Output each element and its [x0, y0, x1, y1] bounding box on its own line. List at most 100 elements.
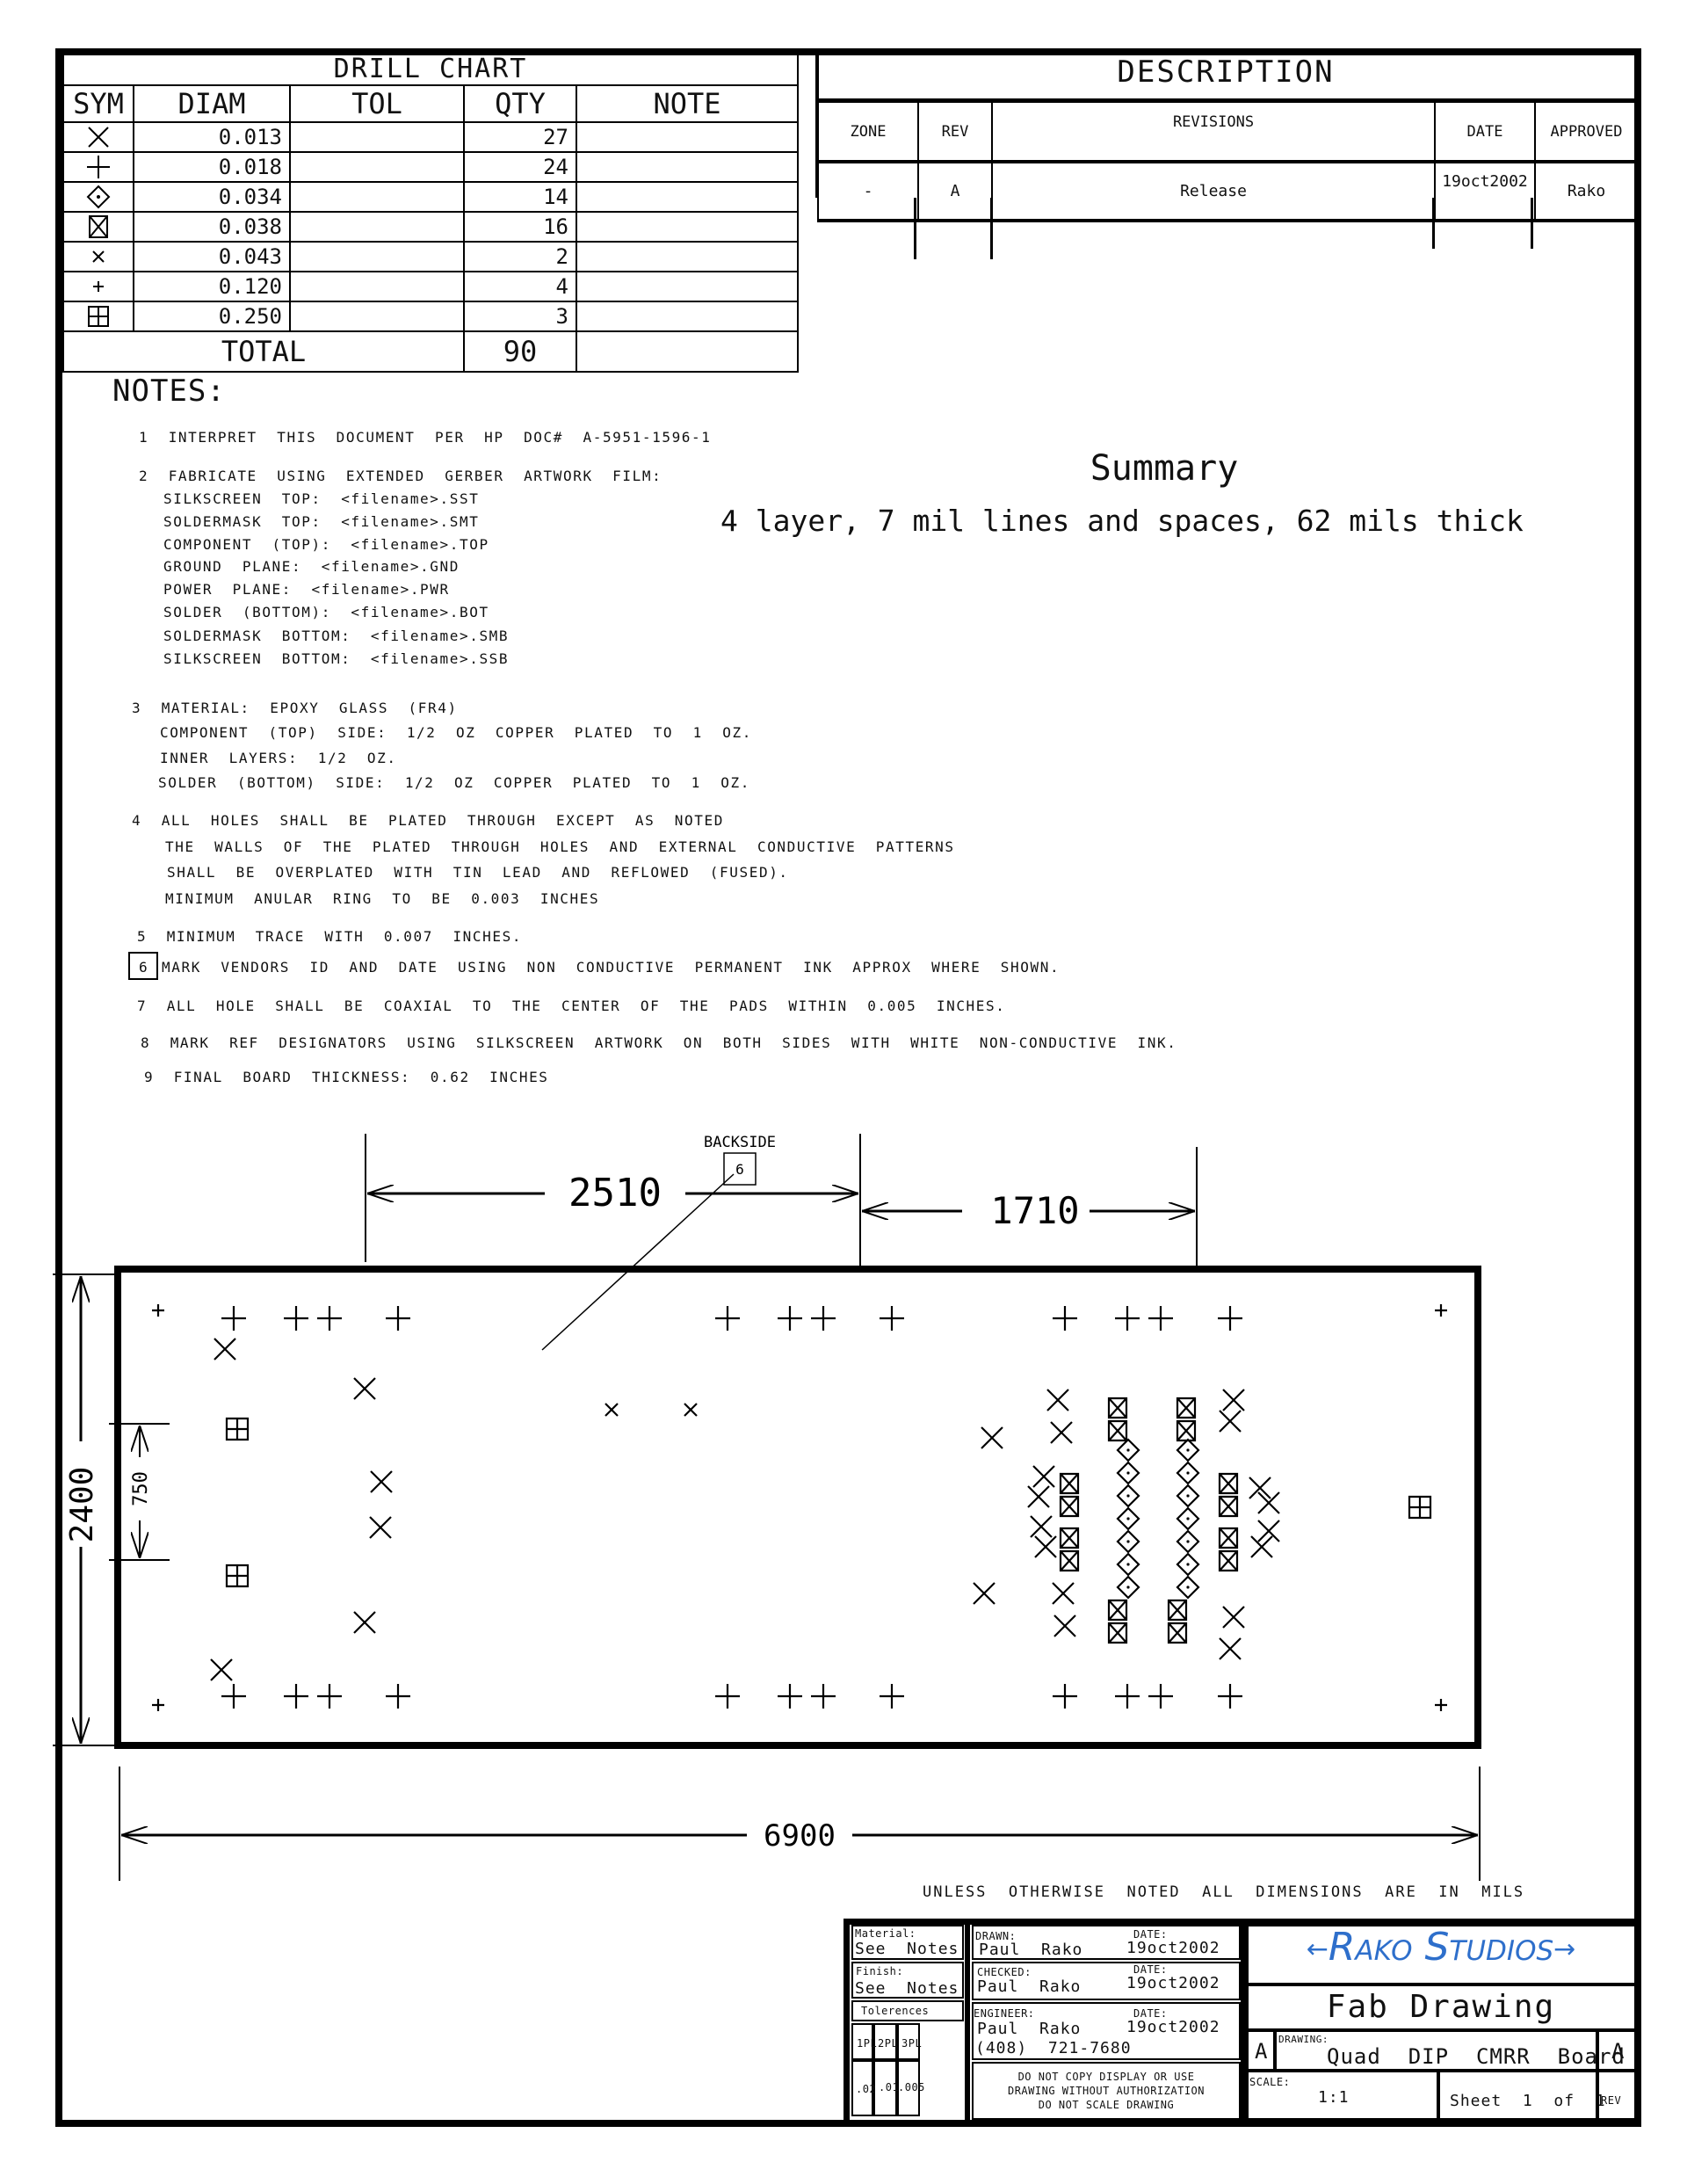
diamond-dot-icon	[1176, 1552, 1200, 1577]
small-plus-icon	[152, 1304, 164, 1317]
large-x-icon	[210, 1658, 233, 1681]
dimension-height-label: 2400	[64, 1467, 100, 1543]
boxed-x-icon	[1176, 1397, 1197, 1419]
large-plus-icon	[811, 1684, 836, 1709]
warning-line: DRAWING WITHOUT AUTHORIZATION	[1007, 2085, 1205, 2097]
dimension-750-label: 750	[130, 1471, 152, 1506]
diamond-dot-icon	[1176, 1529, 1200, 1554]
tol-value: .005	[898, 2081, 925, 2093]
large-x-icon	[1250, 1535, 1273, 1558]
rev-value: A	[1611, 2039, 1625, 2064]
tol-header: 2PL	[878, 2037, 899, 2050]
boxed-x-icon	[1218, 1495, 1239, 1518]
large-x-icon	[1222, 1606, 1245, 1629]
tol-header: 1PL	[857, 2037, 878, 2050]
diamond-dot-icon	[1116, 1461, 1140, 1485]
engineer-phone: (408) 721-7680	[975, 2039, 1132, 2057]
drawing-label: DRAWING:	[1278, 2034, 1329, 2045]
large-plus-icon	[1148, 1684, 1173, 1709]
diamond-dot-icon	[1176, 1484, 1200, 1508]
boxed-x-icon	[1218, 1527, 1239, 1549]
large-x-icon	[1219, 1410, 1242, 1433]
large-x-icon	[370, 1470, 393, 1493]
boxed-x-icon	[1167, 1599, 1188, 1622]
scale-label: SCALE:	[1249, 2076, 1291, 2088]
dimension-1710-label: 1710	[990, 1189, 1079, 1232]
large-x-icon	[1053, 1614, 1076, 1637]
large-x-icon	[981, 1426, 1003, 1449]
large-plus-icon	[778, 1306, 802, 1331]
drawn-date: 19oct2002	[1126, 1939, 1220, 1957]
tol-header: 3PL	[901, 2037, 923, 2050]
company-logo: ←Rako Studios→	[1248, 1925, 1634, 1977]
large-plus-icon	[880, 1306, 904, 1331]
checked-value: Paul Rako	[977, 1977, 1082, 1996]
boxed-x-icon	[1218, 1549, 1239, 1572]
large-plus-icon	[715, 1684, 740, 1709]
sheet-value: Sheet 1 of 1	[1450, 2092, 1606, 2110]
large-plus-icon	[1115, 1684, 1140, 1709]
diamond-dot-icon	[1176, 1506, 1200, 1531]
large-plus-icon	[778, 1684, 802, 1709]
large-plus-icon	[880, 1684, 904, 1709]
boxed-x-icon	[1107, 1397, 1128, 1419]
large-plus-icon	[1218, 1306, 1242, 1331]
finish-value: See Notes	[855, 1979, 959, 1998]
large-plus-icon	[284, 1684, 308, 1709]
arrow-left-icon: ←	[1306, 1934, 1329, 1965]
large-plus-icon	[386, 1684, 410, 1709]
large-x-icon	[1222, 1389, 1245, 1411]
backside-label: BACKSIDE	[704, 1134, 776, 1151]
diamond-dot-icon	[1116, 1484, 1140, 1508]
dimension-2510-label: 2510	[568, 1171, 662, 1215]
large-x-icon	[214, 1338, 236, 1360]
dimension-1710: 1710	[862, 1147, 1198, 1269]
diamond-dot-icon	[1116, 1529, 1140, 1554]
units-note: UNLESS OTHERWISE NOTED ALL DIMENSIONS AR…	[923, 1883, 1525, 1901]
boxed-x-icon	[1107, 1419, 1128, 1442]
drill-holes	[152, 1304, 1447, 1711]
board-drawing: 6900 2400 750 2510 1710 BACKSIDE 6	[53, 1134, 1481, 1881]
backside-note-ref: 6	[735, 1161, 744, 1178]
warning-line: DO NOT SCALE DRAWING	[1038, 2099, 1175, 2111]
dimension-2510: 2510	[365, 1134, 861, 1269]
large-plus-icon	[1218, 1684, 1242, 1709]
boxed-plus-icon	[225, 1417, 250, 1441]
large-x-icon	[353, 1611, 376, 1634]
large-x-icon	[1030, 1515, 1053, 1538]
rev-label: REV	[1601, 2094, 1622, 2107]
warning-line: DO NOT COPY DISPLAY OR USE	[1017, 2071, 1195, 2083]
large-x-icon	[1257, 1520, 1280, 1542]
large-plus-icon	[811, 1306, 836, 1331]
size-value: A	[1255, 2039, 1269, 2064]
diamond-dot-icon	[1116, 1552, 1140, 1577]
large-plus-icon	[1053, 1306, 1077, 1331]
boxed-plus-icon	[1408, 1495, 1432, 1520]
large-x-icon	[1219, 1637, 1242, 1660]
finish-label: Finish:	[856, 1965, 904, 1977]
boxed-x-icon	[1059, 1527, 1080, 1549]
boxed-x-icon	[1107, 1599, 1128, 1622]
diamond-dot-icon	[1176, 1438, 1200, 1462]
diamond-dot-icon	[1116, 1438, 1140, 1462]
small-x-icon	[605, 1403, 619, 1417]
dimension-height: 2400	[53, 1273, 118, 1746]
drawing-name: Quad DIP CMRR Board	[1327, 2044, 1625, 2069]
backside-callout: BACKSIDE 6	[541, 1134, 776, 1351]
large-x-icon	[353, 1377, 376, 1400]
large-x-icon	[1032, 1465, 1055, 1488]
boxed-x-icon	[1059, 1472, 1080, 1495]
scale-value: 1:1	[1318, 2088, 1350, 2107]
material-label: Material:	[855, 1927, 916, 1940]
boxed-x-icon	[1167, 1622, 1188, 1644]
large-x-icon	[1052, 1582, 1075, 1605]
dimension-width-label: 6900	[764, 1818, 836, 1854]
large-plus-icon	[317, 1306, 342, 1331]
diamond-dot-icon	[1176, 1461, 1200, 1485]
large-x-icon	[973, 1582, 996, 1605]
large-plus-icon	[284, 1306, 308, 1331]
large-plus-icon	[221, 1684, 246, 1709]
engineer-value: Paul Rako	[977, 2020, 1082, 2038]
tol-value: .01	[879, 2081, 900, 2093]
diamond-dot-icon	[1116, 1506, 1140, 1531]
